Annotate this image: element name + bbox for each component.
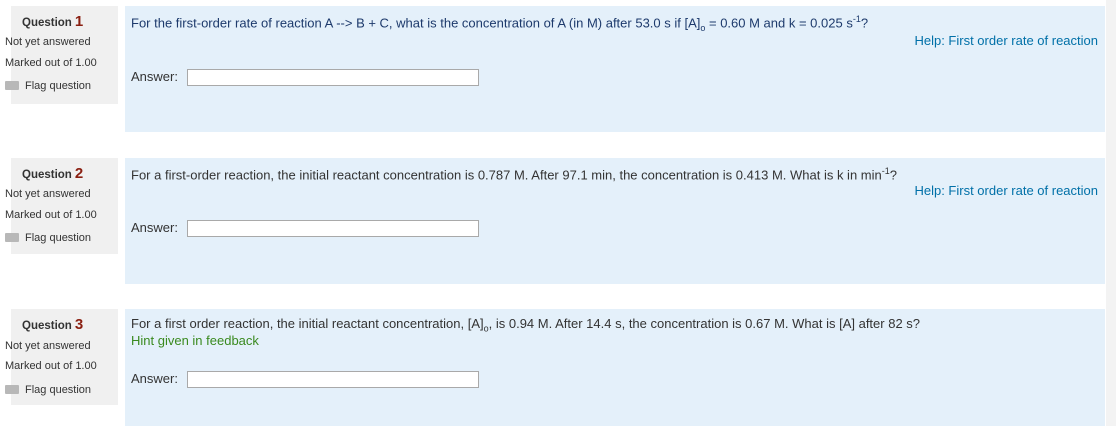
hint-text: Hint given in feedback — [131, 333, 259, 348]
flag-question-label: Flag question — [25, 232, 92, 244]
question-content-2: For a first-order reaction, the initial … — [125, 158, 1105, 284]
flag-question-button[interactable]: Flag question — [5, 80, 91, 92]
question-text-sup: -1 — [881, 166, 890, 176]
answer-input[interactable] — [187, 69, 479, 86]
question-text-part: , is 0.94 M. After 14.4 s, the concentra… — [488, 316, 921, 331]
question-text-part: For a first-order reaction, the initial … — [131, 167, 882, 183]
question-text-part: = 0.60 M and k = 0.025 s — [705, 15, 853, 31]
question-text-part: For the first-order rate of reaction A -… — [131, 15, 701, 31]
question-marks: Marked out of 1.00 — [5, 360, 97, 372]
question-content-1: For the first-order rate of reaction A -… — [125, 6, 1105, 132]
help-link[interactable]: Help: First order rate of reaction — [914, 33, 1098, 48]
flag-icon — [5, 385, 19, 394]
question-content-3: For a first order reaction, the initial … — [125, 309, 1105, 426]
question-status: Not yet answered — [5, 340, 91, 352]
flag-icon — [5, 81, 19, 90]
question-text-sup: -1 — [852, 14, 861, 24]
answer-label: Answer: — [131, 69, 178, 84]
question-text: For the first-order rate of reaction A -… — [131, 14, 868, 33]
flag-question-label: Flag question — [25, 80, 92, 92]
flag-icon — [5, 233, 19, 242]
help-link[interactable]: Help: First order rate of reaction — [914, 183, 1098, 198]
flag-question-button[interactable]: Flag question — [5, 232, 91, 244]
answer-label: Answer: — [131, 371, 178, 386]
question-number-value: 1 — [74, 13, 84, 30]
flag-question-label: Flag question — [25, 384, 92, 396]
question-text: For a first-order reaction, the initial … — [131, 166, 897, 182]
question-number-value: 3 — [74, 316, 84, 333]
question-number-3: Question 3 — [22, 316, 83, 333]
question-text-part: ? — [889, 167, 897, 183]
question-marks: Marked out of 1.00 — [5, 57, 97, 69]
question-marks: Marked out of 1.00 — [5, 209, 97, 221]
question-text: For a first order reaction, the initial … — [131, 316, 920, 334]
question-text-part: ? — [860, 15, 869, 31]
vertical-scrollbar[interactable] — [1106, 0, 1116, 426]
question-number-1: Question 1 — [22, 13, 83, 30]
question-label: Question — [22, 320, 72, 332]
question-status: Not yet answered — [5, 36, 91, 48]
question-text-part: For a first order reaction, the initial … — [131, 316, 484, 331]
question-status: Not yet answered — [5, 188, 91, 200]
flag-question-button[interactable]: Flag question — [5, 384, 91, 396]
question-number-2: Question 2 — [22, 165, 83, 182]
answer-input[interactable] — [187, 371, 479, 388]
answer-label: Answer: — [131, 220, 178, 235]
question-label: Question — [22, 169, 72, 181]
answer-input[interactable] — [187, 220, 479, 237]
question-number-value: 2 — [74, 165, 84, 182]
question-label: Question — [22, 17, 72, 29]
